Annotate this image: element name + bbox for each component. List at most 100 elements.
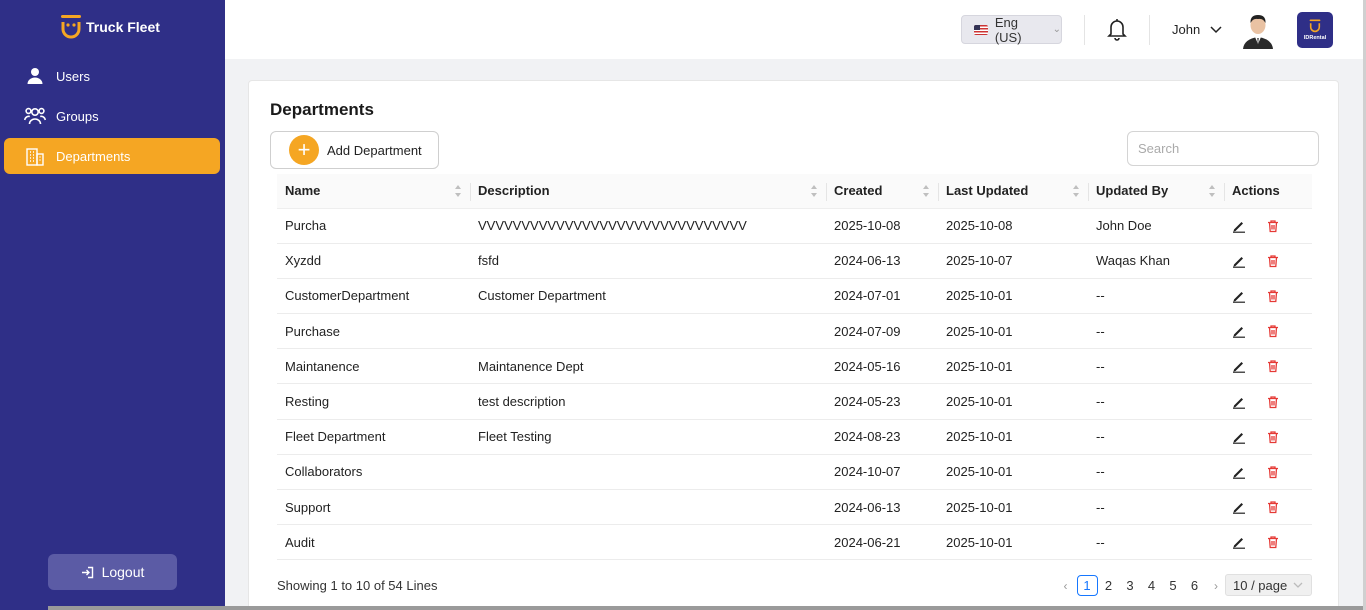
cell-created: 2024-10-07 bbox=[834, 464, 901, 480]
cell-created: 2024-06-13 bbox=[834, 253, 901, 269]
logout-icon bbox=[81, 566, 93, 578]
delete-icon[interactable] bbox=[1266, 465, 1280, 479]
page-size-select[interactable]: 10 / page bbox=[1225, 574, 1312, 596]
pagination: ‹ 1 2 3 4 5 6 › bbox=[1055, 575, 1227, 596]
building-icon bbox=[24, 145, 46, 167]
cell-actions bbox=[1224, 525, 1312, 560]
cell-updated-by: -- bbox=[1096, 429, 1105, 445]
delete-icon[interactable] bbox=[1266, 289, 1280, 303]
cell-last-updated: 2025-10-01 bbox=[946, 464, 1013, 480]
table-row[interactable]: Audit 2024-06-21 2025-10-01 -- bbox=[277, 525, 1312, 560]
cell-updated-by: -- bbox=[1096, 464, 1105, 480]
table-row[interactable]: Resting test description 2024-05-23 2025-10… bbox=[277, 384, 1312, 420]
sidebar-item-users[interactable]: Users bbox=[4, 58, 220, 94]
edit-icon[interactable] bbox=[1232, 500, 1246, 514]
cell-name: Collaborators bbox=[285, 464, 363, 480]
delete-icon[interactable] bbox=[1266, 254, 1280, 268]
delete-icon[interactable] bbox=[1266, 535, 1280, 549]
cell-actions bbox=[1224, 208, 1312, 243]
sidebar-item-departments[interactable]: Departments bbox=[4, 138, 220, 174]
row-actions bbox=[1232, 465, 1312, 479]
table-row[interactable]: CustomerDepartment Customer Department 202… bbox=[277, 278, 1312, 314]
brand-logo[interactable]: Truck Fleet bbox=[60, 14, 160, 40]
table-row[interactable]: Collaborators 2024-10-07 2025-10-01 -- bbox=[277, 454, 1312, 490]
sidebar-item-groups[interactable]: Groups bbox=[4, 98, 220, 134]
cell-actions bbox=[1224, 314, 1312, 349]
cell-description: test description bbox=[478, 394, 566, 410]
row-actions bbox=[1232, 289, 1312, 303]
cell-last-updated: 2025-10-01 bbox=[946, 499, 1013, 515]
search-input[interactable] bbox=[1127, 131, 1319, 166]
cell-created: 2025-10-08 bbox=[834, 218, 901, 234]
user-menu[interactable]: John bbox=[1172, 22, 1222, 37]
delete-icon[interactable] bbox=[1266, 324, 1280, 338]
edit-icon[interactable] bbox=[1232, 219, 1246, 233]
cell-created: 2024-07-01 bbox=[834, 288, 901, 304]
add-department-label: Add Department bbox=[327, 142, 422, 158]
column-header-last-updated[interactable]: Last Updated bbox=[938, 174, 1088, 209]
edit-icon[interactable] bbox=[1232, 289, 1246, 303]
chevron-down-icon: ⌄ bbox=[1052, 24, 1061, 35]
edit-icon[interactable] bbox=[1232, 324, 1246, 338]
cell-name: CustomerDepartment bbox=[285, 288, 410, 304]
edit-icon[interactable] bbox=[1232, 395, 1246, 409]
top-header: Eng (US) ⌄ John IDRental bbox=[225, 0, 1363, 59]
edit-icon[interactable] bbox=[1232, 465, 1246, 479]
table-row[interactable]: Support 2024-06-13 2025-10-01 -- bbox=[277, 490, 1312, 525]
column-header-name[interactable]: Name bbox=[277, 174, 470, 209]
edit-icon[interactable] bbox=[1232, 359, 1246, 374]
sort-icon bbox=[1209, 185, 1215, 197]
delete-icon[interactable] bbox=[1266, 219, 1280, 233]
delete-icon[interactable] bbox=[1266, 395, 1280, 409]
cell-name: Purchase bbox=[285, 323, 340, 339]
table-row[interactable]: Xyzdd fsfd 2024-06-13 2025-10-07 Waqas Khan bbox=[277, 243, 1312, 279]
page-4-button[interactable]: 4 bbox=[1141, 575, 1162, 596]
page-5-button[interactable]: 5 bbox=[1163, 575, 1184, 596]
column-header-updated-by[interactable]: Updated By bbox=[1088, 174, 1224, 209]
delete-icon[interactable] bbox=[1266, 500, 1280, 514]
notification-bell-icon[interactable] bbox=[1107, 17, 1127, 41]
language-selector[interactable]: Eng (US) ⌄ bbox=[961, 15, 1062, 45]
edit-icon[interactable] bbox=[1232, 430, 1246, 444]
row-actions bbox=[1232, 219, 1312, 233]
table-row[interactable]: Purchase 2024-07-09 2025-10-01 -- bbox=[277, 314, 1312, 349]
cell-actions bbox=[1224, 454, 1312, 489]
logout-button[interactable]: Logout bbox=[48, 554, 177, 590]
table-row[interactable]: Purcha VVVVVVVVVVVVVVVVVVVVVVVVVVVVVVV 202… bbox=[277, 208, 1312, 244]
table-header-row: Name Description Created Last Updated Up… bbox=[277, 174, 1312, 209]
logout-label: Logout bbox=[101, 564, 145, 580]
cell-description: VVVVVVVVVVVVVVVVVVVVVVVVVVVVVVV bbox=[478, 218, 747, 234]
column-header-created[interactable]: Created bbox=[826, 174, 938, 209]
cell-updated-by: -- bbox=[1096, 358, 1105, 374]
sort-icon bbox=[455, 185, 461, 197]
edit-icon[interactable] bbox=[1232, 254, 1246, 268]
sidebar-item-label: Groups bbox=[56, 108, 99, 124]
idrental-logo[interactable]: IDRental bbox=[1297, 12, 1333, 48]
avatar[interactable] bbox=[1241, 11, 1275, 49]
column-header-description[interactable]: Description bbox=[470, 174, 826, 209]
next-page-icon[interactable]: › bbox=[1206, 575, 1227, 596]
table-row[interactable]: Fleet Department Fleet Testing 2024-08-23 2… bbox=[277, 419, 1312, 455]
page-3-button[interactable]: 3 bbox=[1120, 575, 1141, 596]
table-row[interactable]: Maintanence Maintanence Dept 2024-05-16 202… bbox=[277, 349, 1312, 384]
page-2-button[interactable]: 2 bbox=[1098, 575, 1119, 596]
divider bbox=[1084, 15, 1085, 45]
cell-created: 2024-06-13 bbox=[834, 499, 901, 515]
sidebar-item-label: Departments bbox=[56, 148, 131, 164]
sidebar-item-label: Users bbox=[56, 68, 90, 84]
us-flag-icon bbox=[974, 24, 988, 35]
page-6-button[interactable]: 6 bbox=[1184, 575, 1205, 596]
pagination-summary: Showing 1 to 10 of 54 Lines bbox=[277, 578, 438, 593]
table-body: Purcha VVVVVVVVVVVVVVVVVVVVVVVVVVVVVVV 202… bbox=[277, 208, 1312, 560]
cell-created: 2024-05-16 bbox=[834, 358, 901, 374]
page-1-button[interactable]: 1 bbox=[1076, 575, 1098, 596]
row-actions bbox=[1232, 254, 1312, 268]
delete-icon[interactable] bbox=[1266, 430, 1280, 444]
horizontal-scrollbar[interactable] bbox=[48, 606, 1363, 610]
add-department-button[interactable]: + Add Department bbox=[270, 131, 439, 169]
cell-name: Audit bbox=[285, 534, 315, 550]
divider bbox=[1149, 15, 1150, 45]
prev-page-icon[interactable]: ‹ bbox=[1055, 575, 1076, 596]
delete-icon[interactable] bbox=[1266, 359, 1280, 373]
edit-icon[interactable] bbox=[1232, 535, 1246, 550]
